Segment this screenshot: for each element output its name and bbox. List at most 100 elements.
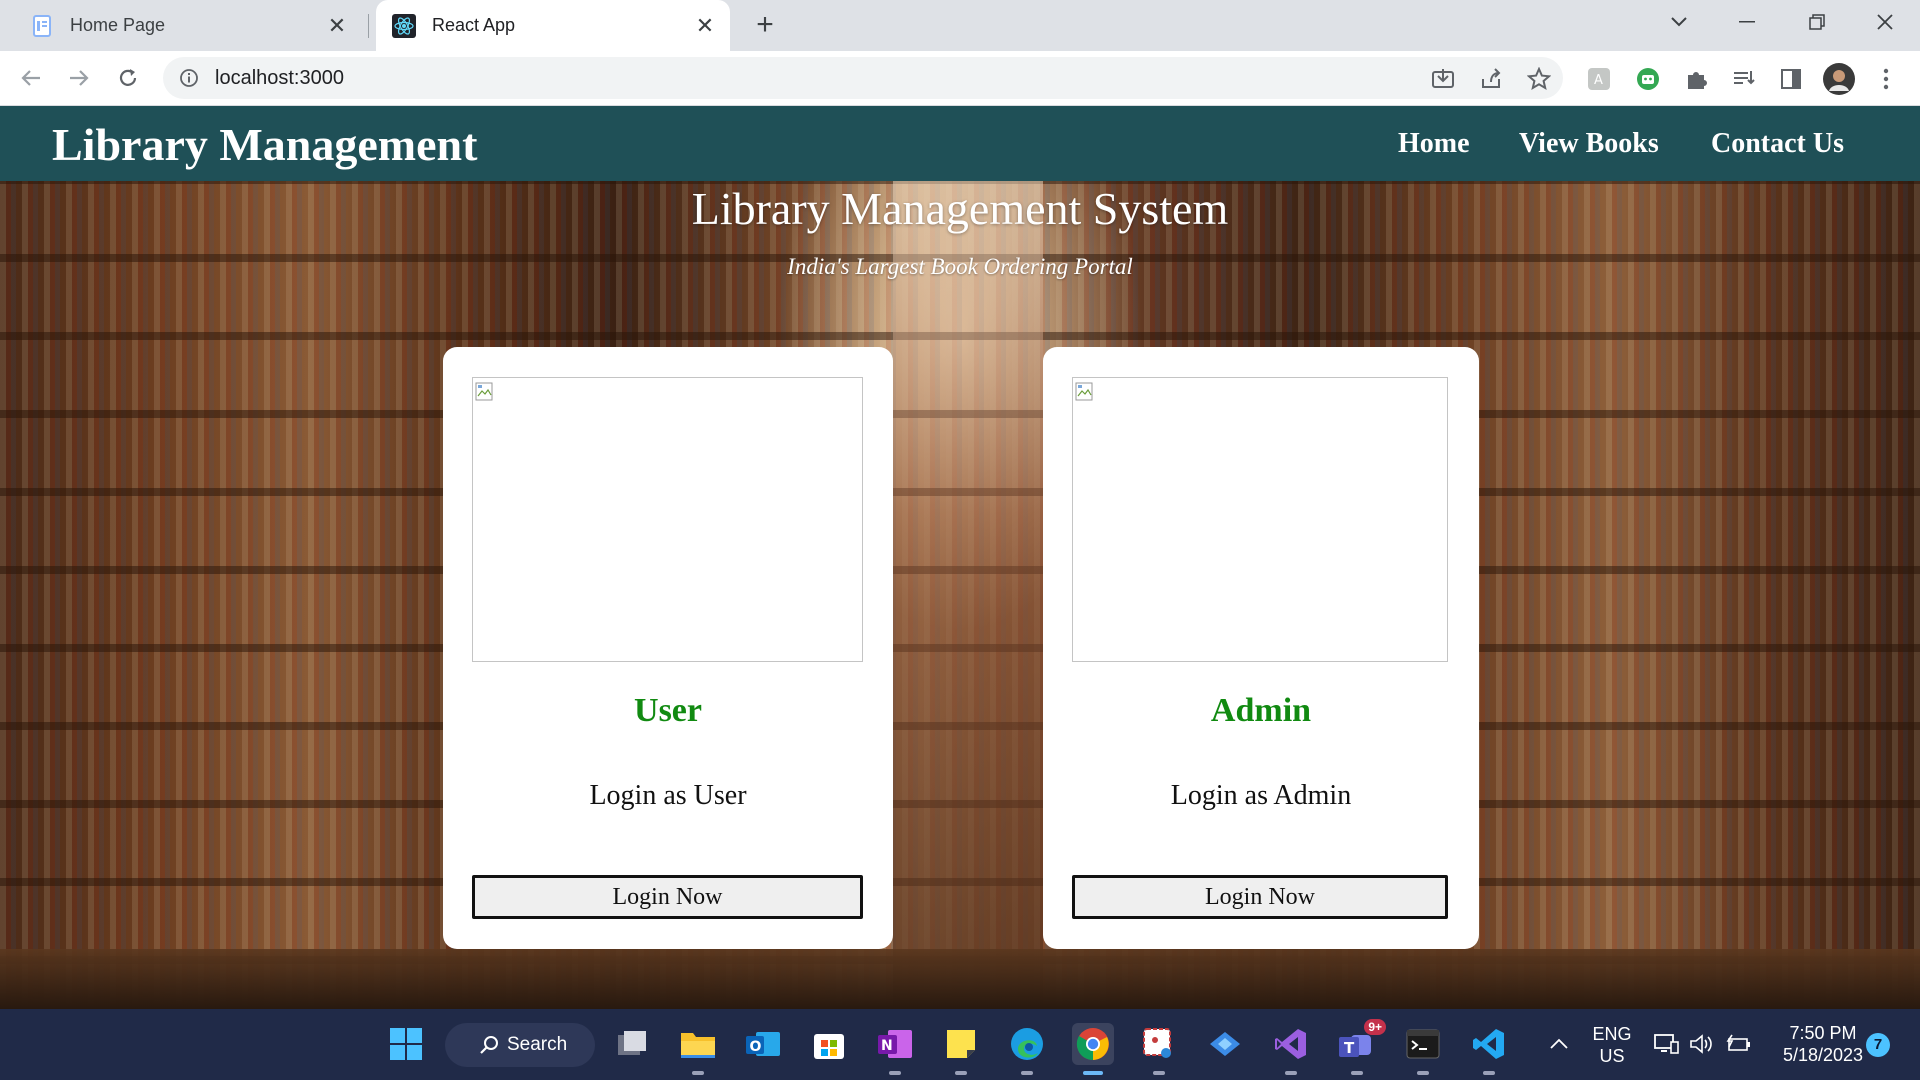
chrome-button[interactable] [1072, 1023, 1114, 1075]
battery-charging-icon [1726, 1034, 1750, 1051]
nav-link-home[interactable]: Home [1398, 128, 1470, 160]
edge-button[interactable] [1006, 1023, 1048, 1075]
address-bar[interactable]: localhost:3000 [163, 57, 1563, 99]
user-card-heading: User [634, 692, 702, 729]
minimize-icon [1739, 21, 1755, 23]
store-button[interactable] [808, 1023, 850, 1065]
navbar: Library Management Home View Books Conta… [0, 106, 1920, 181]
vscode-button[interactable] [1468, 1023, 1510, 1075]
new-tab-button[interactable]: + [748, 8, 782, 42]
snipping-tool-icon [1143, 1028, 1171, 1058]
reload-button[interactable] [109, 59, 147, 97]
windows-icon [390, 1028, 422, 1060]
close-window-button[interactable] [1850, 0, 1920, 44]
task-view-button[interactable] [611, 1023, 653, 1065]
taskbar-search[interactable]: Search [445, 1023, 595, 1067]
user-login-button[interactable]: Login Now [472, 875, 863, 919]
site-info-icon[interactable] [163, 68, 215, 88]
visual-studio-icon [1275, 1029, 1306, 1059]
teams-button[interactable]: T 9+ [1336, 1019, 1386, 1075]
puzzle-extensions-icon[interactable] [1682, 65, 1710, 93]
tab-react-app[interactable]: React App ✕ [376, 0, 730, 51]
svg-text:O: O [750, 1039, 762, 1055]
admin-card: Admin Login as Admin Login Now [1043, 347, 1479, 949]
user-image-broken [472, 377, 863, 662]
svg-text:T: T [1344, 1039, 1355, 1057]
outlook-icon: O [746, 1032, 780, 1056]
terminal-icon [1406, 1029, 1440, 1059]
task-view-icon [618, 1031, 646, 1055]
bookmark-star-icon[interactable] [1526, 66, 1552, 92]
onenote-icon: N [878, 1030, 912, 1058]
background-aisle [893, 106, 1043, 1009]
arrow-left-icon [21, 70, 40, 86]
admin-card-heading: Admin [1210, 692, 1312, 729]
back-button[interactable] [12, 59, 50, 97]
browser-tab-strip: Home Page ✕ React App ✕ + [0, 0, 1920, 51]
snipping-tool-button[interactable] [1138, 1023, 1180, 1075]
vpn-app-button[interactable] [1204, 1023, 1246, 1065]
clock-date: 5/18/2023 [1782, 1045, 1864, 1065]
extension-grey-icon[interactable]: A [1585, 65, 1613, 93]
search-icon [480, 1036, 498, 1054]
avatar[interactable] [1823, 63, 1855, 95]
search-label: Search [507, 1034, 568, 1055]
tab-separator [368, 14, 369, 38]
close-tab-icon[interactable]: ✕ [690, 11, 720, 41]
restore-icon [1809, 14, 1825, 30]
browser-toolbar: localhost:3000 A [0, 51, 1920, 106]
page-content: Library Management Home View Books Conta… [0, 106, 1920, 1009]
svg-text:N: N [881, 1038, 893, 1054]
share-icon[interactable] [1478, 66, 1504, 92]
extension-green-icon[interactable] [1634, 65, 1662, 93]
nav-link-view-books[interactable]: View Books [1519, 128, 1659, 160]
kebab-menu-icon[interactable] [1872, 65, 1900, 93]
admin-image-broken [1072, 377, 1448, 662]
close-tab-icon[interactable]: ✕ [322, 11, 352, 41]
url-text: localhost:3000 [215, 66, 344, 89]
user-card: User Login as User Login Now [443, 347, 893, 949]
restore-button[interactable] [1782, 0, 1852, 44]
clock[interactable]: 7:50 PM 5/18/2023 [1768, 1022, 1878, 1066]
sticky-notes-button[interactable] [940, 1023, 982, 1075]
hero-title: Library Management System [691, 183, 1229, 234]
brand-title[interactable]: Library Management [52, 118, 477, 171]
broken-image-icon [475, 382, 493, 401]
side-panel-icon[interactable] [1777, 65, 1805, 93]
admin-login-button[interactable]: Login Now [1072, 875, 1448, 919]
outlook-button[interactable]: O [742, 1023, 784, 1065]
volume-button[interactable] [1680, 1023, 1722, 1065]
tab-search-button[interactable] [1644, 0, 1714, 44]
speaker-icon [1690, 1034, 1712, 1054]
taskbar: Search O N T 9+ ENG US 7:50 PM 5/18/2023… [0, 1009, 1920, 1080]
broken-image-icon [1075, 382, 1093, 401]
forward-button[interactable] [60, 59, 98, 97]
start-button[interactable] [385, 1023, 427, 1065]
reload-icon [119, 69, 137, 86]
tab-home-page[interactable]: Home Page ✕ [12, 0, 362, 51]
background-floor [0, 949, 1920, 1009]
user-card-description: Login as User [589, 780, 747, 811]
nav-link-contact-us[interactable]: Contact Us [1711, 128, 1844, 160]
onenote-button[interactable]: N [874, 1023, 916, 1075]
file-explorer-button[interactable] [677, 1023, 719, 1075]
install-app-icon[interactable] [1430, 66, 1456, 92]
language-indicator[interactable]: ENG US [1588, 1023, 1636, 1067]
admin-card-description: Login as Admin [1170, 780, 1352, 811]
language-label: ENG [1592, 1024, 1632, 1044]
store-icon [814, 1034, 844, 1059]
reading-list-icon[interactable] [1730, 65, 1758, 93]
edge-icon [1011, 1028, 1043, 1060]
tab-title: React App [432, 15, 516, 35]
react-icon [392, 13, 416, 38]
notification-badge[interactable]: 7 [1866, 1033, 1890, 1057]
minimize-button[interactable] [1712, 0, 1782, 44]
hero-subtitle: India's Largest Book Ordering Portal [787, 254, 1133, 279]
teams-notification-badge: 9+ [1364, 1019, 1386, 1035]
visual-studio-button[interactable] [1270, 1023, 1312, 1075]
vscode-icon [1473, 1029, 1504, 1059]
terminal-button[interactable] [1402, 1023, 1444, 1075]
chevron-up-icon [1550, 1038, 1568, 1049]
battery-button[interactable] [1718, 1023, 1760, 1065]
show-hidden-icons-button[interactable] [1538, 1023, 1580, 1065]
